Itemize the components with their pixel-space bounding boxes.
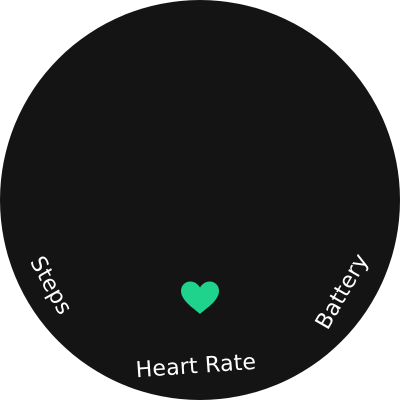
steps-complication[interactable]: Steps [24,252,76,319]
heart-icon[interactable] [179,280,221,316]
heart-rate-complication[interactable]: Heart Rate [135,350,257,383]
watch-face: Steps Heart Rate Battery [0,0,400,400]
battery-complication[interactable]: Battery [311,250,374,334]
